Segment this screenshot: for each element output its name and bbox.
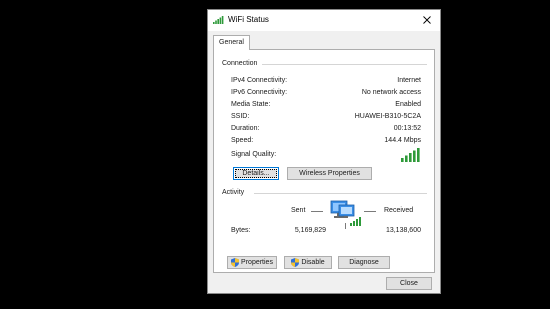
bytes-received-value: 13,138,600	[385, 227, 421, 234]
network-computers-icon	[330, 199, 364, 233]
diagnose-button[interactable]: Diagnose	[338, 256, 390, 269]
title-bar: WiFi Status	[208, 10, 440, 31]
disable-button-label: Disable	[301, 259, 325, 266]
media-state-label: Media State:	[231, 101, 271, 108]
sent-line	[311, 211, 323, 212]
window-title: WiFi Status	[228, 15, 269, 24]
ipv6-label: IPv6 Connectivity:	[231, 89, 288, 96]
ipv6-value: No network access	[361, 89, 421, 96]
properties-button[interactable]: Properties	[227, 256, 277, 269]
received-line	[364, 211, 376, 212]
ipv4-value: Internet	[397, 77, 421, 84]
wifi-status-dialog: WiFi Status General Connection IPv4 Conn…	[207, 9, 441, 294]
general-panel: Connection IPv4 Connectivity: Internet I…	[213, 49, 435, 273]
activity-divider	[254, 193, 427, 194]
ssid-value: HUAWEI-B310-5C2A	[354, 113, 421, 120]
disable-button[interactable]: Disable	[284, 256, 332, 269]
duration-value: 00:13:52	[393, 125, 421, 132]
speed-label: Speed:	[231, 137, 254, 144]
tab-general[interactable]: General	[213, 35, 250, 50]
wireless-properties-button[interactable]: Wireless Properties	[287, 167, 372, 180]
properties-button-label: Properties	[241, 259, 273, 266]
details-button[interactable]: Details...	[233, 167, 279, 180]
sent-label: Sent	[291, 207, 306, 214]
duration-label: Duration:	[231, 125, 260, 132]
close-button[interactable]: Close	[386, 277, 432, 290]
shield-icon	[231, 258, 240, 267]
media-state-value: Enabled	[395, 101, 421, 108]
ipv4-label: IPv4 Connectivity:	[231, 77, 288, 84]
connection-heading: Connection	[222, 60, 261, 67]
received-label: Received	[384, 207, 414, 214]
ssid-label: SSID:	[231, 113, 250, 120]
connection-divider	[262, 64, 427, 65]
bytes-label: Bytes:	[231, 227, 251, 234]
activity-heading: Activity	[222, 189, 248, 196]
signal-quality-label: Signal Quality:	[231, 151, 277, 158]
shield-icon	[291, 258, 300, 267]
bytes-sent-value: 5,169,829	[294, 227, 326, 234]
close-icon[interactable]	[418, 12, 436, 28]
speed-value: 144.4 Mbps	[384, 137, 421, 144]
signal-quality-icon	[401, 147, 421, 164]
wifi-signal-icon	[213, 15, 224, 26]
